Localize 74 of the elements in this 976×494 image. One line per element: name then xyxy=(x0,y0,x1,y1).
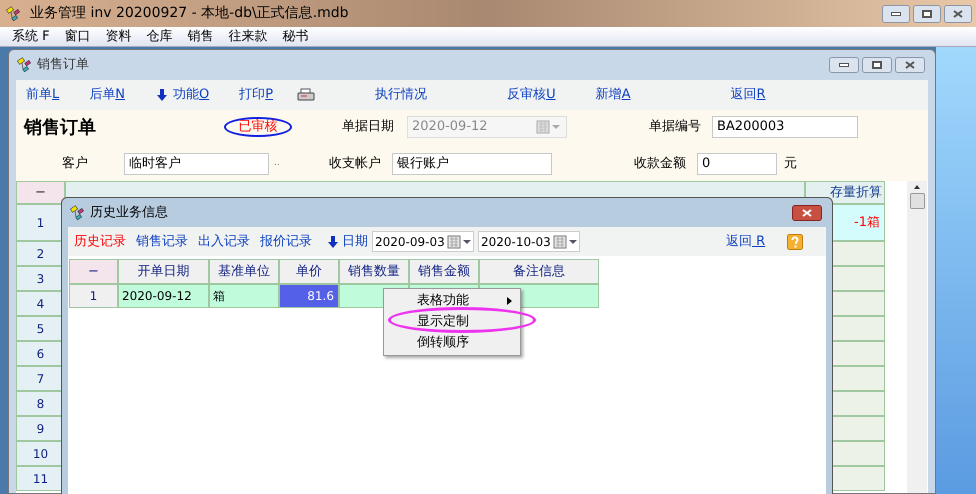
text-field[interactable]: 临时客户 xyxy=(124,153,269,175)
app-logo-icon xyxy=(70,204,86,220)
tab[interactable]: 报价记录 xyxy=(260,232,312,252)
close-icon xyxy=(953,10,963,18)
toolbar-link[interactable]: 执行情况 xyxy=(375,85,428,105)
tab[interactable]: 历史记录 xyxy=(74,232,126,252)
column-header: 基准单位 xyxy=(209,259,279,284)
toolbar-link[interactable]: 前单L xyxy=(26,85,60,105)
row-header-cell: − xyxy=(16,181,65,204)
minimize-button[interactable] xyxy=(882,4,910,22)
toolbar-link[interactable]: 反审核U xyxy=(507,85,556,105)
menu-item[interactable]: 倒转顺序 xyxy=(384,334,520,352)
toolbar-link[interactable]: 后单N xyxy=(89,85,125,105)
restore-button[interactable] xyxy=(913,4,941,22)
window-title: 销售订单 xyxy=(37,56,89,74)
field-label: 单据日期 xyxy=(342,118,395,136)
close-button[interactable] xyxy=(895,57,925,73)
tab[interactable]: 销售记录 xyxy=(136,232,188,252)
menu-item[interactable]: 表格功能 xyxy=(384,292,520,310)
menu-item[interactable]: 往来款 xyxy=(228,26,268,46)
menu-item[interactable]: 系统 F xyxy=(12,26,50,46)
toolbar-link[interactable]: 打印P xyxy=(239,85,274,105)
table-cell: 81.6 xyxy=(279,284,339,308)
table-cell: 2020-09-12 xyxy=(118,284,209,308)
app-logo-icon xyxy=(6,6,22,22)
column-header: 备注信息 xyxy=(479,259,599,284)
submenu-arrow-icon xyxy=(507,297,512,305)
menu-item[interactable]: 窗口 xyxy=(64,26,91,46)
date-label: 日期 xyxy=(342,232,368,251)
scrollbar-thumb[interactable] xyxy=(910,193,924,209)
text-field[interactable]: BA200003 xyxy=(712,116,858,138)
field-label: 收款金额 xyxy=(634,155,687,174)
window-title: 业务管理 inv 20200927 - 本地-db\正式信息.mdb xyxy=(30,4,349,23)
dialog-title: 历史业务信息 xyxy=(90,204,168,222)
minimize-button[interactable] xyxy=(829,57,859,73)
status-badge: 已审核 xyxy=(224,117,292,137)
down-arrow-icon xyxy=(328,236,338,248)
app-logo-icon xyxy=(17,57,33,73)
text-field[interactable]: 银行账户 xyxy=(392,153,552,175)
down-arrow-icon xyxy=(156,89,167,101)
restore-button[interactable] xyxy=(862,57,892,73)
column-header: − xyxy=(69,259,118,284)
close-icon xyxy=(802,208,812,216)
more-button[interactable]: .. xyxy=(274,157,329,171)
close-icon xyxy=(905,61,915,69)
menu-item[interactable]: 仓库 xyxy=(146,26,173,46)
column-header: 销售数量 xyxy=(339,259,409,284)
tab[interactable]: 出入记录 xyxy=(198,232,250,252)
field-label: 单据编号 xyxy=(649,118,702,136)
printer-icon[interactable] xyxy=(297,88,316,102)
column-header: 开单日期 xyxy=(118,259,209,284)
back-link[interactable]: 返回 R xyxy=(726,232,766,252)
field-label: 客户 xyxy=(62,155,89,174)
menu-item[interactable]: 秘书 xyxy=(282,26,309,46)
close-button[interactable] xyxy=(944,4,972,22)
menu-item[interactable]: 资料 xyxy=(106,26,132,46)
column-header: 单价 xyxy=(279,259,339,284)
unit-label: 元 xyxy=(784,155,797,174)
close-button[interactable] xyxy=(792,204,822,220)
date-field[interactable]: 2020-09-03 xyxy=(372,231,474,252)
table-cell: 1 xyxy=(69,284,118,308)
date-field[interactable]: 2020-10-03 xyxy=(478,231,580,252)
text-field[interactable]: 0 xyxy=(697,153,777,175)
column-header: 销售金额 xyxy=(409,259,479,284)
table-cell: 箱 xyxy=(209,284,279,308)
form-heading: 销售订单 xyxy=(24,116,97,140)
menu-item[interactable]: 销售 xyxy=(188,26,214,46)
toolbar-link[interactable]: 功能O xyxy=(172,85,210,105)
field-label: 收支帐户 xyxy=(329,155,382,174)
calendar-dropdown-icon[interactable] xyxy=(447,234,473,248)
toolbar-link[interactable]: 返回R xyxy=(730,85,766,105)
calendar-dropdown-icon[interactable] xyxy=(553,234,579,248)
toolbar-link[interactable]: 新增A xyxy=(596,85,630,105)
help-icon[interactable] xyxy=(787,234,804,250)
